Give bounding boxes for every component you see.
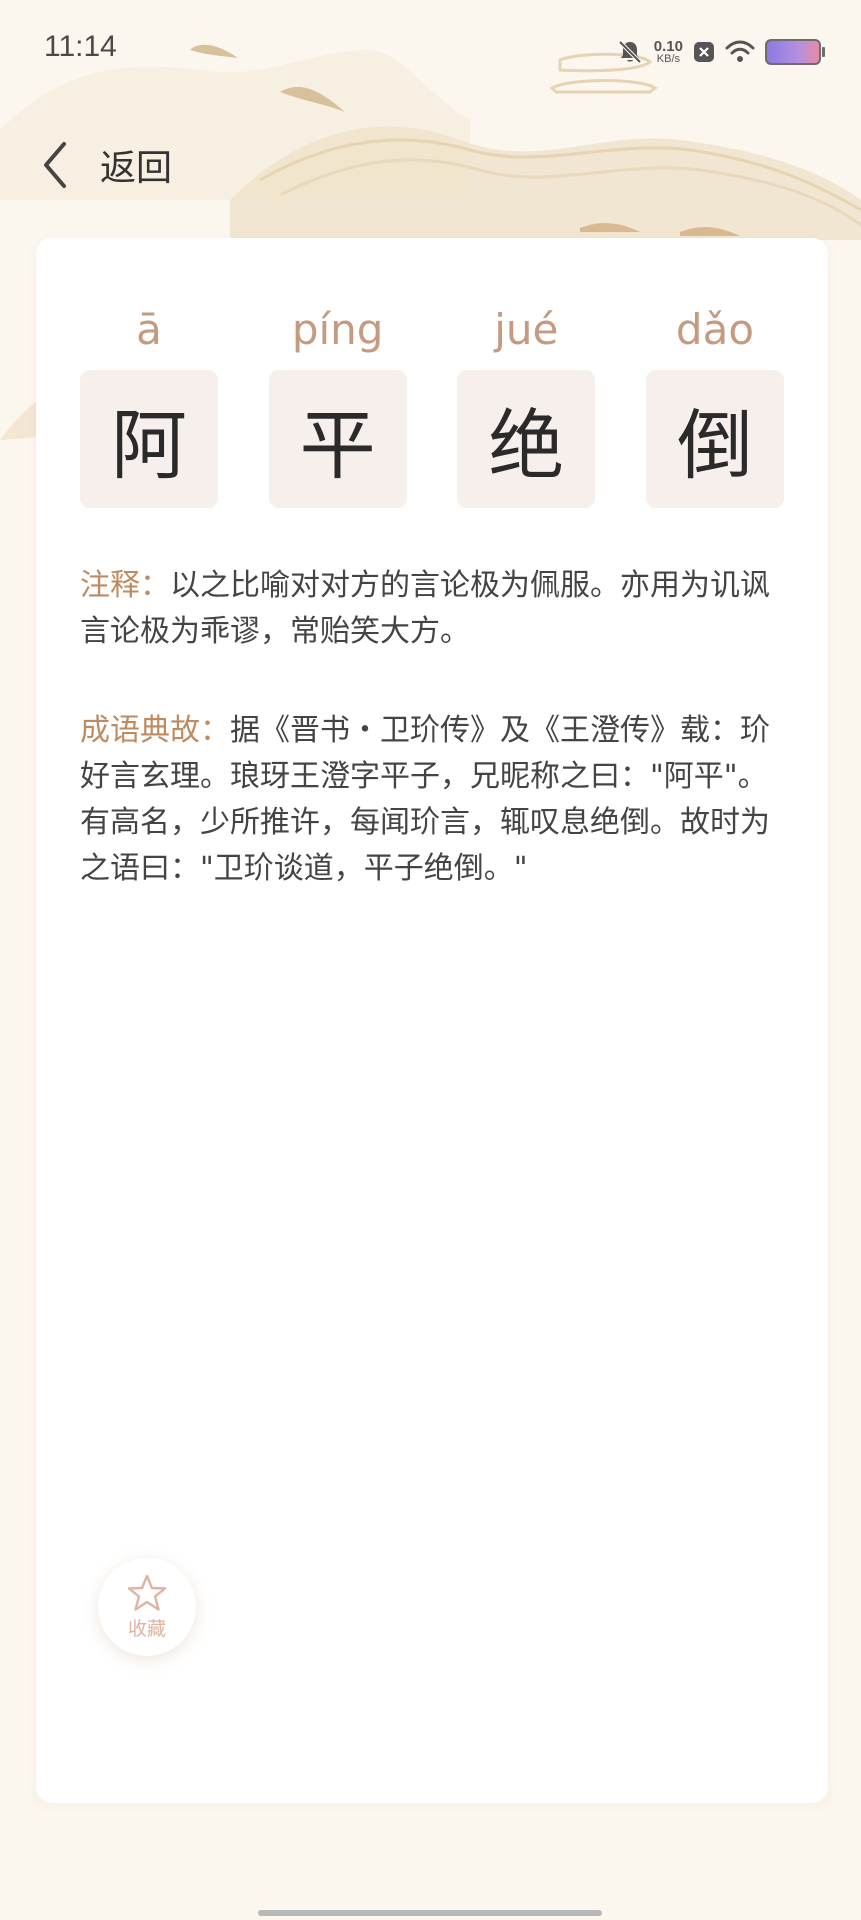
idiom-char-4: dǎo 倒 [645,298,784,508]
char-box-1: 阿 [80,370,218,508]
status-icons: 0.10 KB/s [616,32,825,72]
pinyin-4: dǎo [675,305,755,354]
network-speed: 0.10 KB/s [654,39,683,65]
star-icon [127,1574,167,1611]
meaning-text: 以之比喻对对方的言论极为佩服。亦用为讥讽言论极为乖谬，常贻笑大方。 [80,568,770,649]
chevron-left-icon [44,142,66,188]
network-speed-value: 0.10 [653,38,683,55]
favorite-label: 收藏 [127,1617,166,1640]
favorite-button[interactable]: 收藏 [98,1558,196,1656]
char-box-3: 绝 [457,370,596,508]
close-box-icon [694,42,714,62]
char-box-2: 平 [268,370,407,508]
bell-off-icon [618,40,642,64]
back-label: 返回 [100,148,173,189]
char-box-4: 倒 [645,370,784,508]
idiom-chars: ā 阿 píng 平 jué 绝 dǎo 倒 [80,298,784,508]
idiom-char-2: píng 平 [268,298,407,508]
status-time: 11:14 [44,30,117,63]
home-indicator[interactable] [258,1910,602,1916]
header: 返回 [0,120,861,210]
pinyin-2: píng [291,305,384,354]
wifi-icon [725,40,755,62]
pinyin-1: ā [136,305,162,354]
network-speed-unit: KB/s [656,53,681,65]
story-label: 成语典故： [80,713,230,748]
meaning-section: 注释：以之比喻对对方的言论极为佩服。亦用为讥讽言论极为乖谬，常贻笑大方。 [80,563,788,655]
back-button[interactable]: 返回 [40,130,172,200]
idiom-char-3: jué 绝 [457,298,596,508]
meaning-label: 注释： [80,568,170,603]
story-section: 成语典故：据《晋书・卫玠传》及《王澄传》载：玠好言玄理。琅玡王澄字平子，兄昵称之… [80,708,788,892]
idiom-char-1: ā 阿 [80,298,218,508]
pinyin-3: jué [494,305,559,354]
status-bar: 11:14 0.10 KB/s [0,0,861,100]
battery-icon [765,39,825,65]
